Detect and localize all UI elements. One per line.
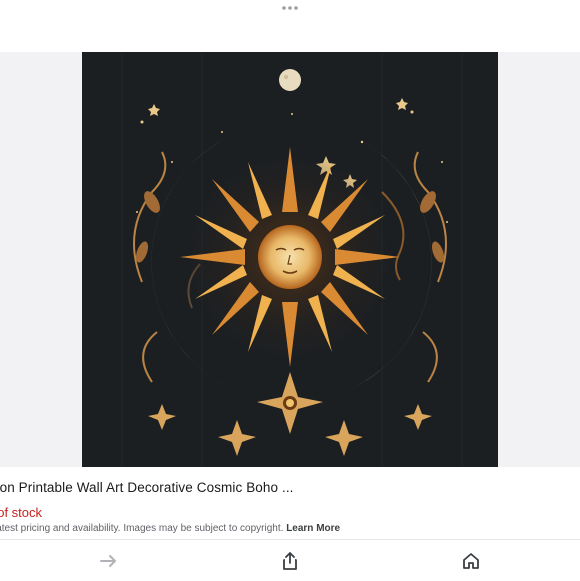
learn-more-link[interactable]: Learn More bbox=[286, 523, 340, 534]
share-icon[interactable] bbox=[279, 550, 301, 572]
product-title[interactable]: oon Printable Wall Art Decorative Cosmic… bbox=[0, 480, 580, 495]
image-viewer bbox=[0, 52, 580, 467]
product-image[interactable] bbox=[82, 52, 498, 467]
more-options-icon[interactable] bbox=[280, 2, 300, 14]
arrow-right-icon[interactable] bbox=[98, 550, 120, 572]
home-icon[interactable] bbox=[460, 550, 482, 572]
availability-status: t of stock bbox=[0, 505, 43, 520]
bottom-toolbar bbox=[0, 539, 580, 581]
top-bar bbox=[0, 0, 580, 52]
copyright-disclaimer: latest pricing and availability. Images … bbox=[0, 523, 580, 534]
disclaimer-text: latest pricing and availability. Images … bbox=[0, 523, 284, 534]
